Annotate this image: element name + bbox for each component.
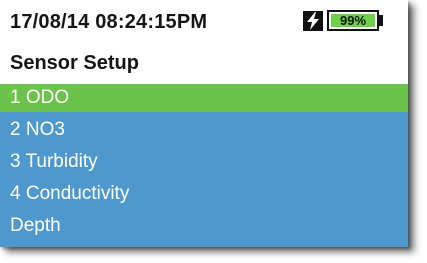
menu-item-label: 1 ODO (10, 87, 70, 108)
sensor-menu-list: 1 ODO 2 NO3 3 Turbidity 4 Conductivity D… (0, 84, 408, 247)
menu-item-conductivity[interactable]: 4 Conductivity (0, 180, 408, 208)
menu-item-no3[interactable]: 2 NO3 (0, 116, 408, 144)
device-screen: 17/08/14 08:24:15PM 99% Sensor Setup 1 O… (0, 0, 408, 247)
battery-indicator: 99% (327, 10, 379, 31)
menu-item-label: 2 NO3 (10, 119, 65, 140)
menu-item-depth[interactable]: Depth (0, 212, 408, 240)
menu-item-label: Depth (10, 215, 61, 236)
datetime-display: 17/08/14 08:24:15PM (10, 11, 208, 33)
battery-percentage: 99% (339, 13, 367, 28)
page-title: Sensor Setup (10, 52, 139, 74)
menu-item-label: 3 Turbidity (10, 151, 98, 172)
menu-item-odo[interactable]: 1 ODO (0, 84, 408, 112)
menu-item-turbidity[interactable]: 3 Turbidity (0, 148, 408, 176)
lightning-bolt-icon (303, 11, 323, 31)
lightning-bolt-icon-graphic (307, 12, 319, 30)
menu-item-label: 4 Conductivity (10, 183, 130, 204)
battery-cap (379, 15, 383, 26)
status-bar: 17/08/14 08:24:15PM 99% (0, 0, 408, 48)
